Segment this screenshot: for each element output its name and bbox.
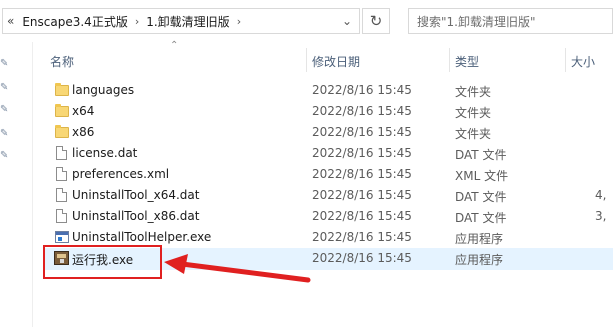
folder-icon [54,82,70,98]
file-name: license.dat [72,146,138,160]
column-header-size[interactable]: 大小 [571,53,595,70]
file-type: 文件夹 [455,106,492,120]
file-row-preferences[interactable]: preferences.xml 2022/8/16 15:45 XML 文件 [44,164,613,185]
column-header-type[interactable]: 类型 [455,53,479,70]
file-icon [54,187,70,203]
search-input[interactable]: 搜索"1.卸载清理旧版" [408,8,613,34]
file-icon [54,208,70,224]
column-divider[interactable] [449,48,450,72]
refresh-button[interactable]: ↻ [362,8,390,34]
file-row-x64[interactable]: x64 2022/8/16 15:45 文件夹 [44,101,613,122]
file-name: x86 [72,125,95,139]
column-divider[interactable] [306,48,307,72]
file-date: 2022/8/16 15:45 [312,104,412,118]
annotation-highlight-box [43,245,162,279]
folder-icon [54,103,70,119]
column-header-row: 名称 修改日期 类型 大小 [44,48,613,72]
exe-icon [54,229,70,245]
breadcrumb-enscape[interactable]: Enscape3.4正式版 [18,13,131,30]
file-date: 2022/8/16 15:45 [312,83,412,97]
column-header-name[interactable]: 名称 [50,53,74,70]
file-type: DAT 文件 [455,211,507,225]
file-type: DAT 文件 [455,190,507,204]
file-date: 2022/8/16 15:45 [312,167,412,181]
file-type: 应用程序 [455,253,504,267]
breadcrumb-current-folder[interactable]: 1.卸载清理旧版 [142,13,233,30]
file-type: DAT 文件 [455,148,507,162]
file-name: x64 [72,104,95,118]
breadcrumb-separator-icon[interactable]: › [132,15,142,28]
pin-icon[interactable]: ✎ [0,82,12,94]
file-row-license[interactable]: license.dat 2022/8/16 15:45 DAT 文件 [44,143,613,164]
file-date: 2022/8/16 15:45 [312,146,412,160]
breadcrumb-separator-icon[interactable]: › [234,15,244,28]
file-type: 文件夹 [455,127,492,141]
file-size: 4, [595,188,607,202]
file-icon [54,166,70,182]
file-date: 2022/8/16 15:45 [312,251,412,265]
file-row-uninstalltool-x86[interactable]: UninstallTool_x86.dat 2022/8/16 15:45 DA… [44,206,613,227]
column-header-date[interactable]: 修改日期 [312,53,360,70]
file-row-x86[interactable]: x86 2022/8/16 15:45 文件夹 [44,122,613,143]
file-row-uninstalltool-x64[interactable]: UninstallTool_x64.dat 2022/8/16 15:45 DA… [44,185,613,206]
annotation-arrow-icon [164,254,311,283]
address-toolbar: « Enscape3.4正式版 › 1.卸载清理旧版 › ⌄ ↻ 搜索"1.卸载… [0,0,613,42]
file-name: UninstallTool_x86.dat [72,209,200,223]
file-type: XML 文件 [455,169,509,183]
file-name: preferences.xml [72,167,170,181]
address-bar[interactable]: « Enscape3.4正式版 › 1.卸载清理旧版 › [2,8,360,34]
pin-icon[interactable]: ✎ [0,128,12,140]
file-name: languages [72,83,135,97]
pin-icon[interactable]: ✎ [0,58,12,70]
navigation-pane: ✎ ✎ ✎ ✎ ✎ [0,42,33,327]
file-date: 2022/8/16 15:45 [312,209,412,223]
folder-icon [54,124,70,140]
file-date: 2022/8/16 15:45 [312,188,412,202]
file-type: 应用程序 [455,232,504,246]
pin-icon[interactable]: ✎ [0,104,12,116]
file-date: 2022/8/16 15:45 [312,125,412,139]
file-name: UninstallTool_x64.dat [72,188,200,202]
file-date: 2022/8/16 15:45 [312,230,412,244]
overflow-chevron-icon[interactable]: « [3,14,18,28]
file-name: UninstallToolHelper.exe [72,230,212,244]
pin-icon[interactable]: ✎ [0,150,12,162]
file-icon [54,145,70,161]
file-size: 3, [595,209,607,223]
file-type: 文件夹 [455,85,492,99]
column-divider[interactable] [565,48,566,72]
address-dropdown-icon[interactable]: ⌄ [334,8,360,34]
file-row-languages[interactable]: languages 2022/8/16 15:45 文件夹 [44,80,613,101]
